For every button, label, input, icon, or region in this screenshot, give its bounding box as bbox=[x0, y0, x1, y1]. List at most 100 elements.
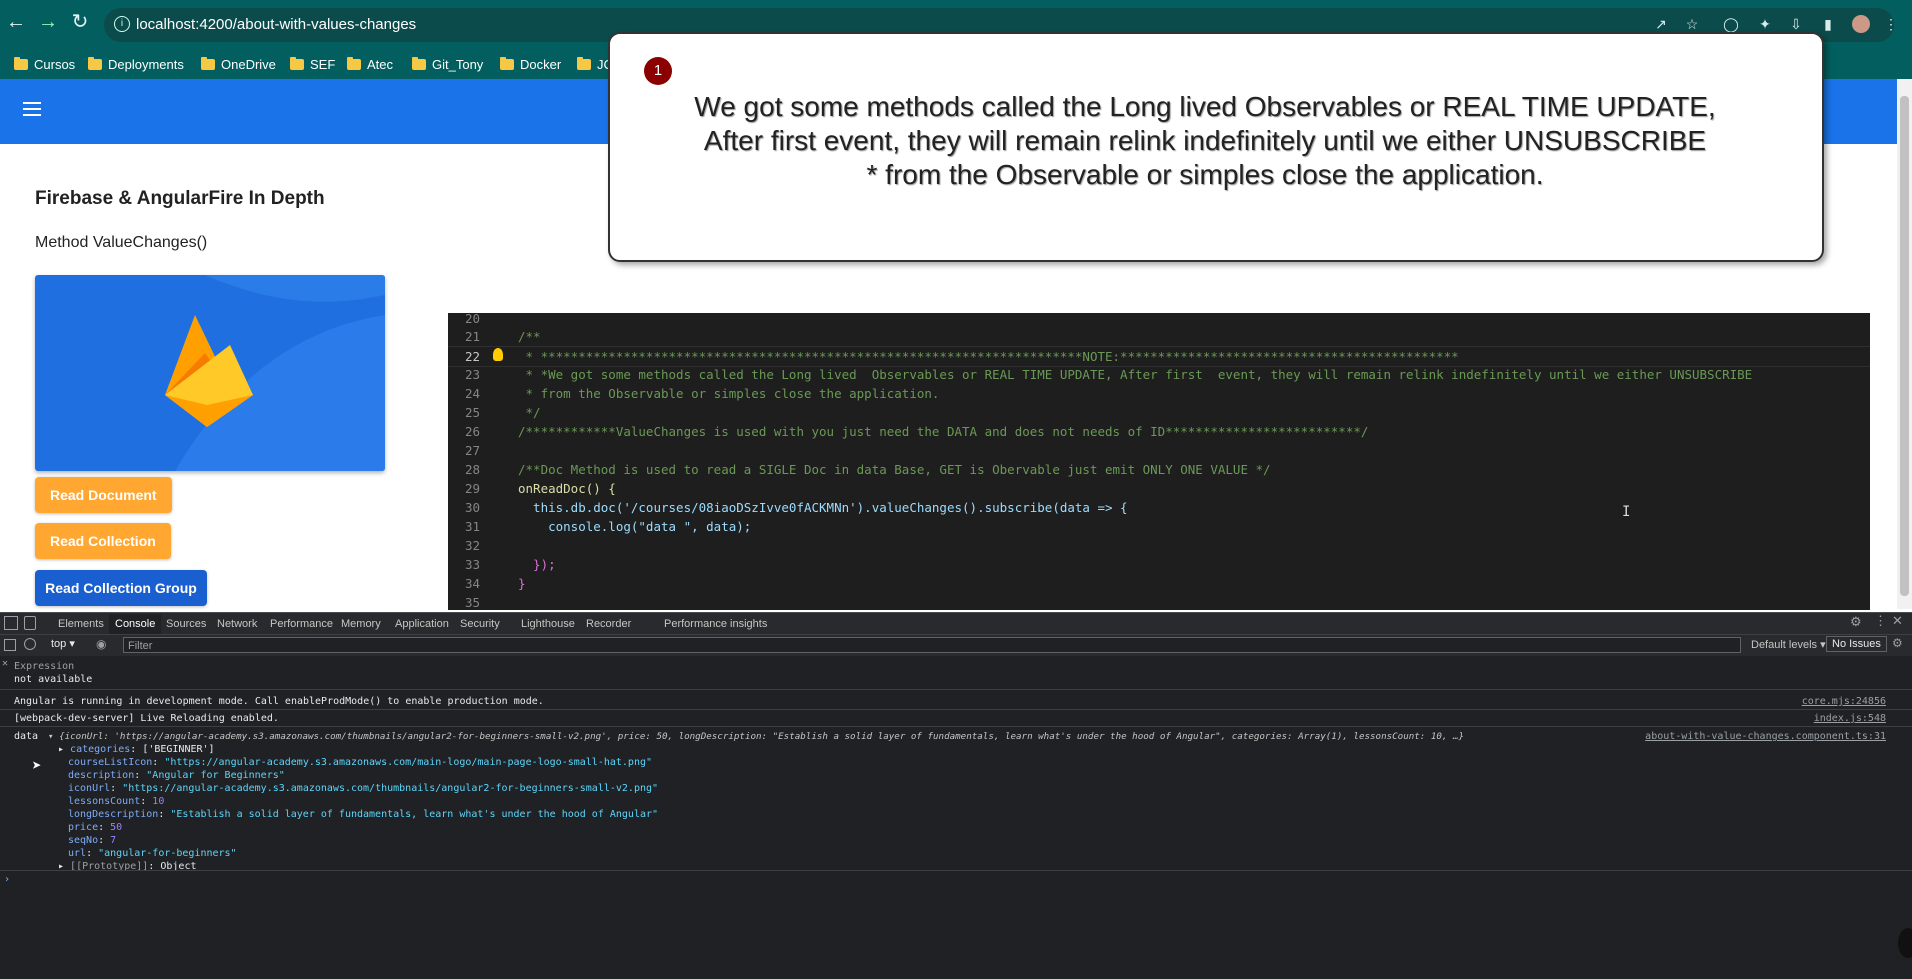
share-icon[interactable]: ↗ bbox=[1652, 15, 1670, 33]
data-log-label: data bbox=[14, 731, 39, 742]
code-line-active: 22 * ***********************************… bbox=[448, 346, 1870, 367]
folder-icon bbox=[88, 56, 102, 70]
console-message: Angular is running in development mode. … bbox=[14, 696, 544, 707]
bookmark-deployments[interactable]: Deployments bbox=[88, 53, 184, 75]
code-line: 31 console.log("data ", data); bbox=[464, 519, 752, 534]
code-line: 25 */ bbox=[464, 405, 541, 420]
tab-memory[interactable]: Memory bbox=[335, 614, 387, 634]
page-title: Firebase & AngularFire In Depth bbox=[35, 188, 325, 209]
code-line: 32 bbox=[464, 538, 480, 553]
callout-line: After first event, they will remain reli… bbox=[703, 125, 1707, 156]
menu-dots-icon[interactable]: ⋮ bbox=[1882, 15, 1900, 33]
firebase-logo-card bbox=[35, 275, 385, 471]
sidebar-toggle-icon[interactable] bbox=[4, 639, 16, 651]
message-source-link[interactable]: index.js:548 bbox=[1814, 713, 1886, 724]
context-selector[interactable]: top ▾ bbox=[51, 637, 75, 650]
callout-line: We got some methods called the Long live… bbox=[694, 91, 1716, 122]
folder-icon bbox=[290, 56, 304, 70]
live-expression-value: not available bbox=[14, 674, 93, 685]
tab-elements[interactable]: Elements bbox=[52, 614, 110, 634]
bookmark-sef[interactable]: SEF bbox=[290, 53, 335, 75]
tab-lighthouse[interactable]: Lighthouse bbox=[515, 614, 581, 634]
folder-icon bbox=[347, 56, 361, 70]
folder-icon bbox=[500, 56, 514, 70]
floating-round-button[interactable] bbox=[1898, 928, 1912, 958]
message-source-link[interactable]: core.mjs:24856 bbox=[1802, 696, 1886, 707]
hamburger-menu-icon[interactable] bbox=[23, 102, 41, 116]
download-icon[interactable]: ⇩ bbox=[1787, 15, 1805, 33]
code-line: 34} bbox=[464, 576, 526, 591]
tab-performance[interactable]: Performance bbox=[264, 614, 339, 634]
object-property[interactable]: ▸ categories: ['BEGINNER'] bbox=[58, 744, 215, 755]
read-document-button[interactable]: Read Document bbox=[35, 477, 172, 513]
data-log-summary[interactable]: ▾ {iconUrl: 'https://angular-academy.s3.… bbox=[48, 731, 1508, 742]
read-collection-button[interactable]: Read Collection bbox=[35, 523, 171, 559]
clear-console-icon[interactable] bbox=[24, 638, 36, 650]
lightbulb-icon[interactable] bbox=[493, 348, 503, 361]
code-line: 21/** bbox=[464, 329, 541, 344]
tab-security[interactable]: Security bbox=[454, 614, 506, 634]
console-settings-icon[interactable]: ⚙ bbox=[1892, 636, 1903, 650]
callout-line: * from the Observable or simples close t… bbox=[866, 159, 1544, 190]
tab-console[interactable]: Console bbox=[109, 614, 162, 636]
tab-network[interactable]: Network bbox=[211, 614, 263, 634]
side-panel-icon[interactable]: ▮ bbox=[1819, 15, 1837, 33]
settings-gear-icon[interactable]: ⚙ bbox=[1850, 614, 1862, 630]
object-property: lessonsCount: 10 bbox=[68, 796, 165, 807]
scrollbar-thumb[interactable] bbox=[1900, 96, 1909, 596]
bookmark-git-tony[interactable]: Git_Tony bbox=[412, 53, 483, 75]
device-toolbar-icon[interactable] bbox=[24, 616, 36, 630]
extensions-icon[interactable]: ✦ bbox=[1756, 15, 1774, 33]
live-expression-eye-icon[interactable]: ◉ bbox=[96, 637, 106, 651]
console-prompt[interactable]: › bbox=[4, 874, 10, 885]
callout-text: We got some methods called the Long live… bbox=[640, 90, 1770, 192]
inspect-element-icon[interactable] bbox=[4, 616, 18, 630]
log-levels-dropdown[interactable]: Default levels ▾ bbox=[1751, 638, 1826, 651]
profile-avatar[interactable] bbox=[1852, 15, 1870, 33]
tab-recorder[interactable]: Recorder bbox=[580, 614, 637, 634]
page-subtitle: Method ValueChanges() bbox=[35, 234, 208, 251]
bookmark-onedrive[interactable]: OneDrive bbox=[201, 53, 276, 75]
code-line: 23 * *We got some methods called the Lon… bbox=[464, 367, 1753, 382]
bookmark-docker[interactable]: Docker bbox=[500, 53, 561, 75]
bookmark-atec[interactable]: Atec bbox=[347, 53, 393, 75]
forward-icon[interactable]: → bbox=[36, 10, 60, 34]
object-property: iconUrl: "https://angular-academy.s3.ama… bbox=[68, 783, 659, 794]
object-property: longDescription: "Establish a solid laye… bbox=[68, 809, 659, 820]
reload-icon[interactable]: ↻ bbox=[68, 10, 92, 34]
code-line: 28/**Doc Method is used to read a SIGLE … bbox=[464, 462, 1271, 477]
object-property: seqNo: 7 bbox=[68, 835, 117, 846]
tab-performance-insights[interactable]: Performance insights bbox=[658, 614, 773, 634]
tab-sources[interactable]: Sources bbox=[160, 614, 212, 634]
site-info-icon[interactable]: i bbox=[114, 16, 130, 32]
more-options-icon[interactable]: ⋮ bbox=[1874, 613, 1887, 629]
code-line: 27 bbox=[464, 443, 480, 458]
url-text[interactable]: localhost:4200/about-with-values-changes bbox=[136, 16, 416, 33]
object-property: courseListIcon: "https://angular-academy… bbox=[68, 757, 653, 768]
object-property: price: 50 bbox=[68, 822, 123, 833]
console-filter-input[interactable]: Filter bbox=[123, 637, 1741, 653]
code-line: 26/************ValueChanges is used with… bbox=[464, 424, 1369, 439]
code-editor[interactable]: 20 21/** 22 * **************************… bbox=[448, 313, 1870, 610]
code-line: 24 * from the Observable or simples clos… bbox=[464, 386, 940, 401]
text-cursor-icon: I bbox=[1622, 504, 1631, 520]
close-devtools-icon[interactable]: ✕ bbox=[1892, 613, 1903, 629]
data-log-source-link[interactable]: about-with-value-changes.component.ts:31 bbox=[1645, 731, 1886, 742]
issues-button[interactable]: No Issues bbox=[1826, 636, 1887, 652]
remove-expression-icon[interactable]: ✕ bbox=[2, 658, 8, 669]
folder-icon bbox=[577, 56, 591, 70]
code-line: 30 this.db.doc('/courses/08iaoDSzIvve0fA… bbox=[464, 500, 1128, 515]
read-collection-group-button[interactable]: Read Collection Group bbox=[35, 570, 207, 606]
tab-application[interactable]: Application bbox=[389, 614, 455, 634]
back-icon[interactable]: ← bbox=[4, 10, 28, 34]
console-output[interactable]: ✕ Expression not available Angular is ru… bbox=[0, 656, 1912, 979]
extension-sync-icon[interactable]: ◯ bbox=[1722, 15, 1740, 33]
object-property: description: "Angular for Beginners" bbox=[68, 770, 285, 781]
callout-number-badge: 1 bbox=[644, 57, 672, 85]
code-line: 29 onReadDoc() { bbox=[464, 481, 616, 496]
bookmark-star-icon[interactable]: ☆ bbox=[1683, 15, 1701, 33]
code-line: 33 }); bbox=[464, 557, 556, 572]
live-expression-label: Expression bbox=[14, 661, 75, 672]
code-line: 35 bbox=[464, 595, 480, 610]
bookmark-cursos[interactable]: Cursos bbox=[14, 53, 75, 75]
